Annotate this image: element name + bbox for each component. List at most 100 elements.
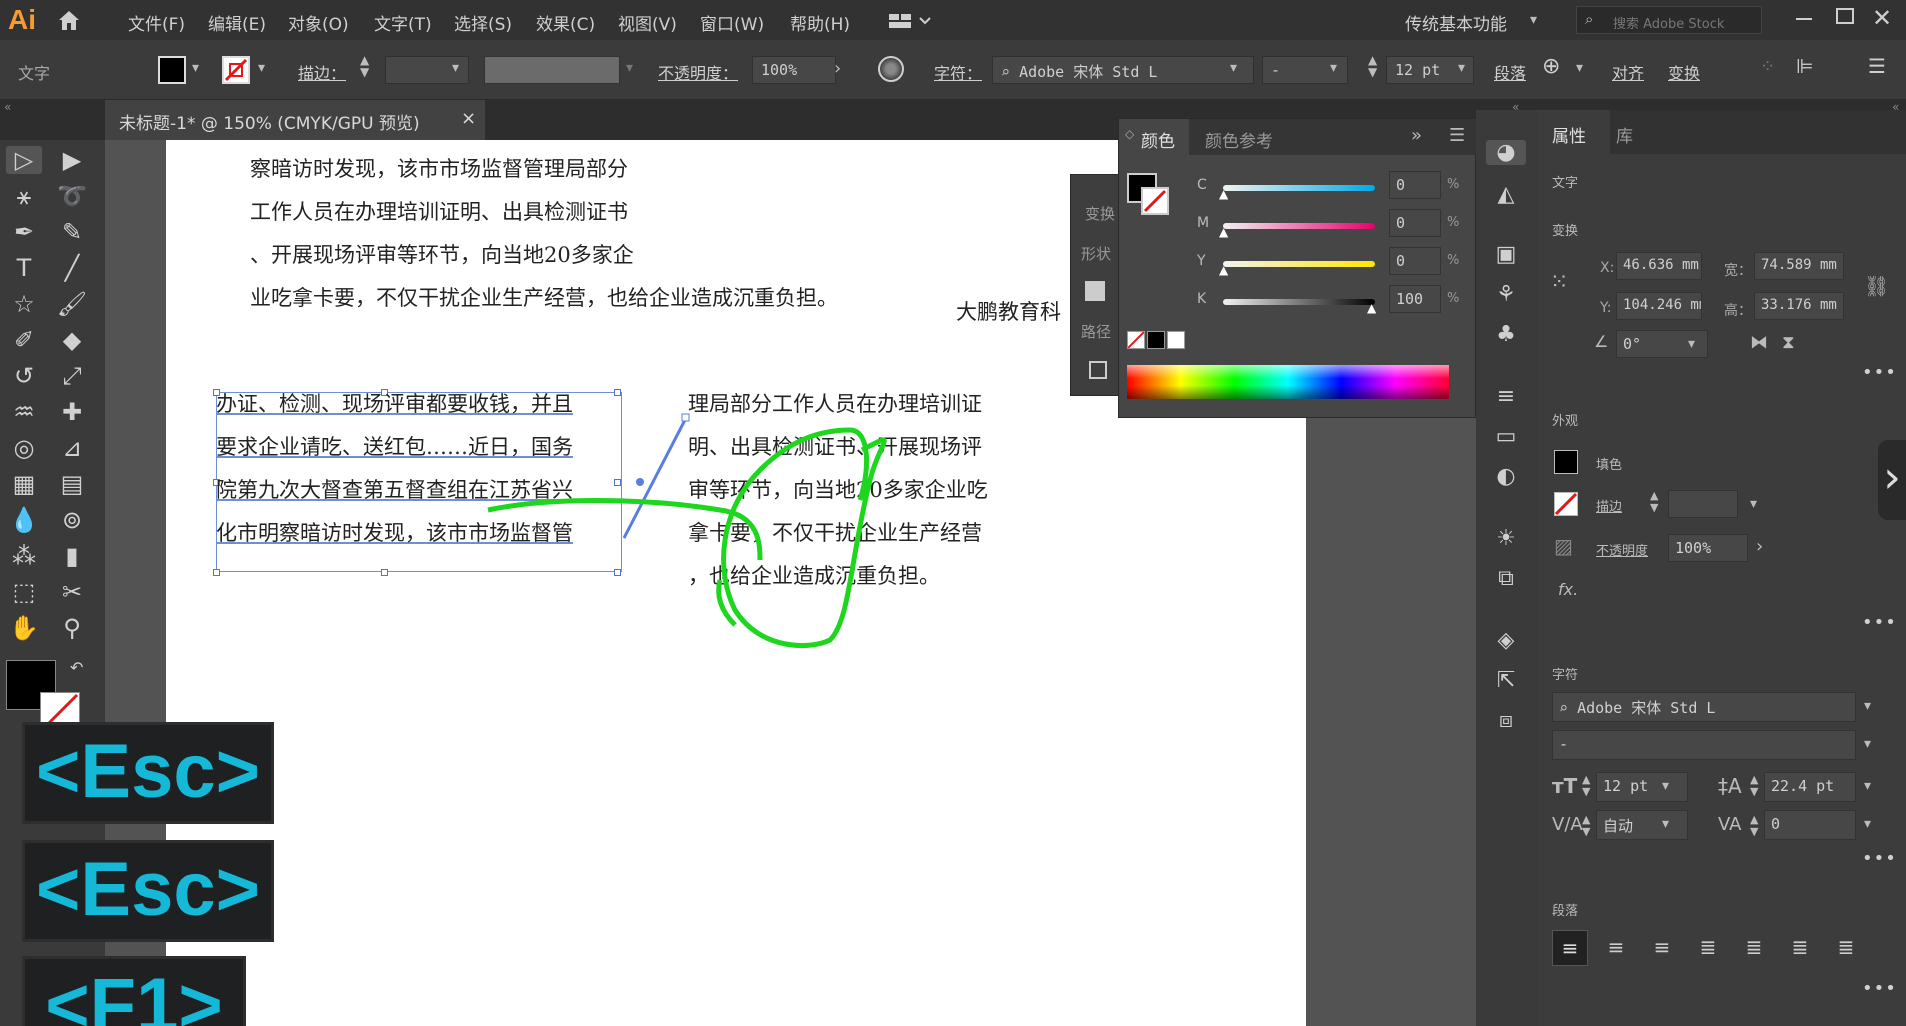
- leading-field[interactable]: 22.4 pt: [1764, 772, 1856, 802]
- stroke-color-swatch[interactable]: [1554, 492, 1578, 516]
- chevron-down-icon[interactable]: ▾: [1864, 778, 1871, 794]
- distribute-icon[interactable]: ⊫: [1796, 54, 1813, 78]
- symbols-icon[interactable]: ♣: [1486, 322, 1526, 347]
- magic-wand-icon[interactable]: ⚹: [6, 182, 42, 210]
- channel-m-slider[interactable]: [1223, 223, 1375, 229]
- puppet-warp-icon[interactable]: ✚: [54, 398, 90, 426]
- paintbrush-icon[interactable]: 🖌: [54, 290, 90, 318]
- minimize-icon[interactable]: [1796, 18, 1812, 20]
- eyedropper-icon[interactable]: 💧: [6, 506, 42, 534]
- symbol-sprayer-icon[interactable]: ⁂: [6, 542, 42, 570]
- kerning-field[interactable]: 0: [1764, 810, 1856, 840]
- tab-shape-mini[interactable]: 形状: [1081, 243, 1111, 264]
- x-field[interactable]: 46.636 mm: [1616, 252, 1702, 280]
- height-field[interactable]: 33.176 mm: [1754, 292, 1844, 320]
- channel-y-value[interactable]: 0: [1389, 247, 1441, 275]
- rotate-icon[interactable]: ↺: [6, 362, 42, 390]
- gradient-icon[interactable]: ▤: [54, 470, 90, 498]
- font-size-field[interactable]: 12 pt: [1596, 772, 1688, 802]
- panel-menu-icon[interactable]: ☰: [1868, 54, 1886, 78]
- expand-icon[interactable]: »: [1411, 125, 1422, 146]
- scale-icon[interactable]: ⤢: [54, 362, 90, 390]
- tracking-mode-field[interactable]: 自动: [1596, 810, 1688, 840]
- channel-c-value[interactable]: 0: [1389, 171, 1441, 199]
- flip-horizontal-icon[interactable]: ⧓: [1750, 332, 1768, 353]
- justify-all-icon[interactable]: ≣: [1828, 930, 1864, 966]
- channel-c-slider[interactable]: [1223, 185, 1375, 191]
- chevron-right-icon[interactable]: ›: [1756, 536, 1763, 557]
- type-tool-icon[interactable]: T: [6, 254, 42, 282]
- chevron-down-icon[interactable]: ▾: [1330, 60, 1337, 76]
- stroke-proxy[interactable]: [1141, 187, 1169, 215]
- align-right-icon[interactable]: ≡: [1644, 930, 1680, 966]
- tab-libraries[interactable]: 库: [1616, 122, 1633, 147]
- fx-icon[interactable]: fx.: [1558, 580, 1578, 599]
- justify-right-icon[interactable]: ≣: [1782, 930, 1818, 966]
- swap-colors-icon[interactable]: ↶: [70, 658, 83, 677]
- stepper-icon[interactable]: ▲ ▼: [1750, 814, 1758, 838]
- tab-color[interactable]: 颜色: [1141, 127, 1175, 152]
- close-window-icon[interactable]: ✕: [1872, 4, 1892, 32]
- tab-color-guide[interactable]: 颜色参考: [1205, 127, 1273, 152]
- lasso-icon[interactable]: ➰: [54, 182, 90, 210]
- chevron-down-icon[interactable]: ▾: [1864, 698, 1871, 714]
- shape-builder-icon[interactable]: ◎: [6, 434, 42, 462]
- justify-center-icon[interactable]: ≣: [1736, 930, 1772, 966]
- collapse-icon[interactable]: ◇: [1125, 127, 1134, 141]
- stroke-panel-icon[interactable]: ≡: [1486, 384, 1526, 409]
- curvature-icon[interactable]: ✎: [54, 218, 90, 246]
- opacity-label[interactable]: 不透明度: [1596, 540, 1648, 559]
- transparency-icon[interactable]: ◐: [1486, 464, 1526, 489]
- align-center-icon[interactable]: ≡: [1598, 930, 1634, 966]
- hand-icon[interactable]: ✋: [6, 614, 42, 642]
- channel-k-slider[interactable]: [1223, 299, 1375, 305]
- stock-search-box[interactable]: ⌕ 搜索 Adobe Stock: [1576, 6, 1762, 34]
- slider-thumb[interactable]: ▲: [1219, 187, 1228, 201]
- artboard-tool-icon[interactable]: ⬚: [6, 578, 42, 606]
- workspace-switcher[interactable]: 传统基本功能: [1405, 10, 1507, 35]
- more-options-icon[interactable]: •••: [1862, 362, 1897, 383]
- slider-thumb[interactable]: ▲: [1367, 301, 1376, 315]
- mesh-icon[interactable]: ▦: [6, 470, 42, 498]
- width-field[interactable]: 74.589 mm: [1754, 252, 1844, 280]
- chevron-down-icon[interactable]: ▾: [1662, 778, 1669, 794]
- color-guide-icon[interactable]: ◭: [1486, 182, 1526, 207]
- stroke-label[interactable]: 描边: [1596, 496, 1622, 515]
- stepper-icon[interactable]: ▲ ▼: [1582, 814, 1590, 838]
- link-proportions-icon[interactable]: ⛓: [1864, 274, 1889, 298]
- blend-icon[interactable]: ⊚: [54, 506, 90, 534]
- stepper-icon[interactable]: ▲ ▼: [1582, 774, 1590, 798]
- stepper-icon[interactable]: ▲ ▼: [1650, 490, 1658, 514]
- graphic-styles-icon[interactable]: ⧉: [1486, 566, 1526, 591]
- star-icon[interactable]: ☆: [6, 290, 42, 318]
- pen-icon[interactable]: ✒: [6, 218, 42, 246]
- artboards-icon[interactable]: ⧈: [1486, 708, 1526, 733]
- y-field[interactable]: 104.246 mm: [1616, 292, 1702, 320]
- font-family-field[interactable]: ⌕ Adobe 宋体 Std L: [1552, 692, 1856, 722]
- line-tool-icon[interactable]: ╱: [54, 254, 90, 282]
- color-spectrum[interactable]: [1127, 365, 1449, 399]
- more-options-icon[interactable]: •••: [1862, 612, 1897, 633]
- gradient-panel-icon[interactable]: ▭: [1486, 424, 1526, 449]
- slider-thumb[interactable]: ▲: [1219, 263, 1228, 277]
- paragraph-link[interactable]: 段落: [1494, 60, 1526, 84]
- black-swatch[interactable]: [1147, 331, 1165, 349]
- chevron-down-icon[interactable]: ▾: [1864, 736, 1871, 752]
- channel-k-value[interactable]: 100: [1389, 285, 1441, 313]
- chevron-down-icon[interactable]: ▾: [1662, 816, 1669, 832]
- asset-export-icon[interactable]: ⇱: [1486, 668, 1526, 693]
- chevron-right-icon[interactable]: ›: [1878, 440, 1906, 520]
- color-panel-icon[interactable]: ◕: [1486, 140, 1526, 165]
- channel-y-slider[interactable]: [1223, 261, 1375, 267]
- chevron-down-icon[interactable]: ▾: [1458, 60, 1465, 76]
- restore-icon[interactable]: [1836, 8, 1854, 24]
- brushes-icon[interactable]: ⚘: [1486, 282, 1526, 307]
- warp-icon[interactable]: ♒: [6, 398, 42, 426]
- zoom-icon[interactable]: ⚲: [54, 614, 90, 642]
- tab-properties[interactable]: 属性: [1552, 122, 1586, 147]
- perspective-icon[interactable]: ⊿: [54, 434, 90, 462]
- slice-icon[interactable]: ✂: [54, 578, 90, 606]
- transform-link[interactable]: 变换: [1668, 60, 1700, 84]
- chevron-down-icon[interactable]: ▾: [1576, 60, 1583, 76]
- stroke-weight-field[interactable]: [1668, 490, 1738, 518]
